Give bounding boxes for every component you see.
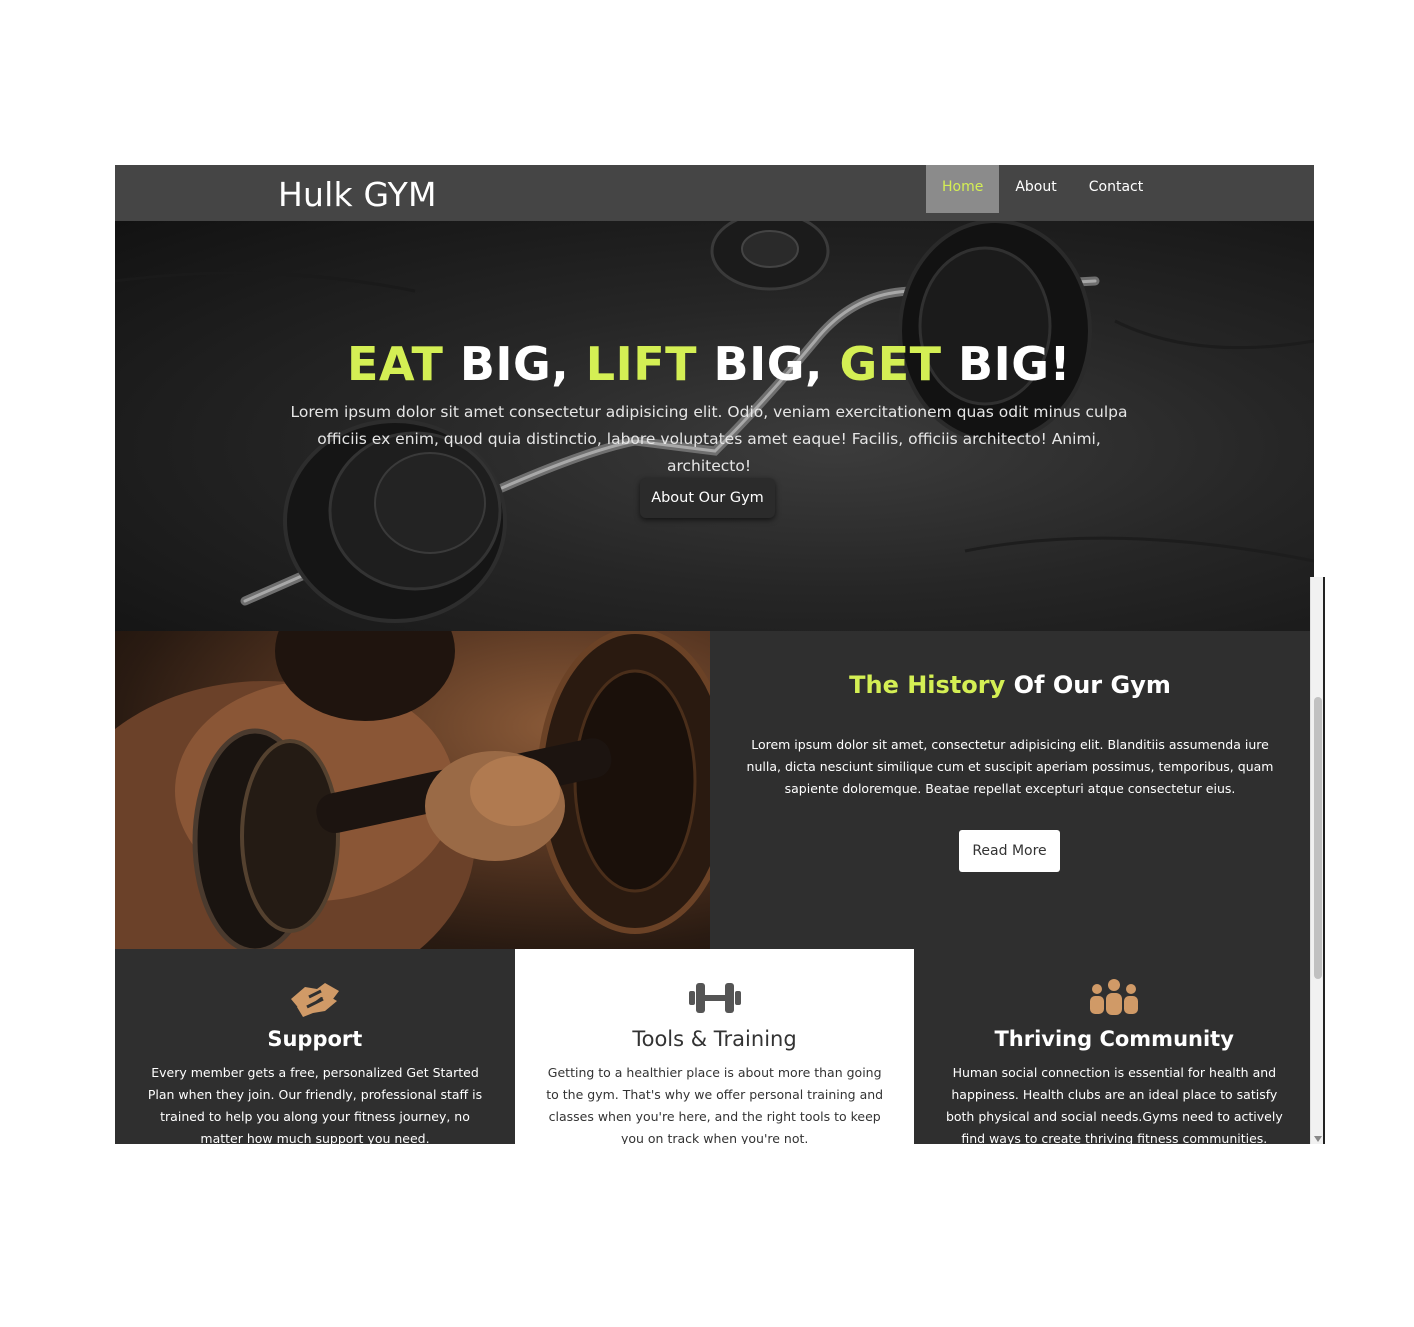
scrollbar-thumb[interactable] [1314, 697, 1322, 979]
hero-title-part: BIG, [443, 337, 586, 391]
weightlifter-image [115, 631, 710, 949]
feature-card-community: Thriving Community Human social connecti… [914, 949, 1314, 1144]
hero-title-part: BIG, [697, 337, 840, 391]
features-section: Support Every member gets a free, person… [115, 949, 1314, 1144]
hero-section: EAT BIG, LIFT BIG, GET BIG! Lorem ipsum … [115, 221, 1314, 631]
hero-title-part: GET [839, 337, 942, 391]
feature-text: Getting to a healthier place is about mo… [546, 1065, 884, 1144]
hero-description: Lorem ipsum dolor sit amet consectetur a… [290, 403, 1128, 475]
feature-card-tools-training: Tools & Training Getting to a healthier … [514, 949, 915, 1144]
history-description: Lorem ipsum dolor sit amet, consectetur … [746, 737, 1274, 796]
feature-title: Tools & Training [632, 1027, 797, 1051]
feature-text: Human social connection is essential for… [945, 1065, 1283, 1144]
navbar: Hulk GYM Home About Contact [115, 165, 1314, 221]
nav-item-about[interactable]: About [999, 165, 1072, 213]
frame-edge [1323, 577, 1325, 1144]
history-title: The History Of Our Gym [710, 671, 1310, 699]
dumbbell-icon [688, 983, 741, 1013]
brand-logo[interactable]: Hulk GYM [278, 175, 437, 214]
hero-title-part: BIG! [941, 337, 1071, 391]
handshake-icon [290, 983, 339, 1017]
hero-title: EAT BIG, LIFT BIG, GET BIG! [115, 337, 1303, 391]
page-frame: Hulk GYM Home About Contact EAT BIG, LIF… [115, 165, 1314, 1144]
read-more-button[interactable]: Read More [959, 830, 1060, 872]
feature-text: Every member gets a free, personalized G… [147, 1065, 483, 1144]
nav-item-contact[interactable]: Contact [1073, 165, 1159, 213]
scroll-down-arrow-icon[interactable] [1314, 1136, 1322, 1142]
history-section: The History Of Our Gym Lorem ipsum dolor… [115, 631, 1314, 949]
hero-title-part: LIFT [585, 337, 698, 391]
community-icon [1090, 979, 1139, 1015]
history-title-accent: The History [849, 671, 1006, 699]
about-our-gym-button[interactable]: About Our Gym [640, 478, 775, 518]
feature-card-support: Support Every member gets a free, person… [115, 949, 515, 1144]
feature-title: Thriving Community [994, 1027, 1234, 1051]
hero-title-part: EAT [347, 337, 444, 391]
nav-menu: Home About Contact [926, 165, 1159, 213]
history-title-rest: Of Our Gym [1005, 671, 1171, 699]
feature-title: Support [267, 1027, 363, 1051]
nav-item-home[interactable]: Home [926, 165, 1000, 213]
